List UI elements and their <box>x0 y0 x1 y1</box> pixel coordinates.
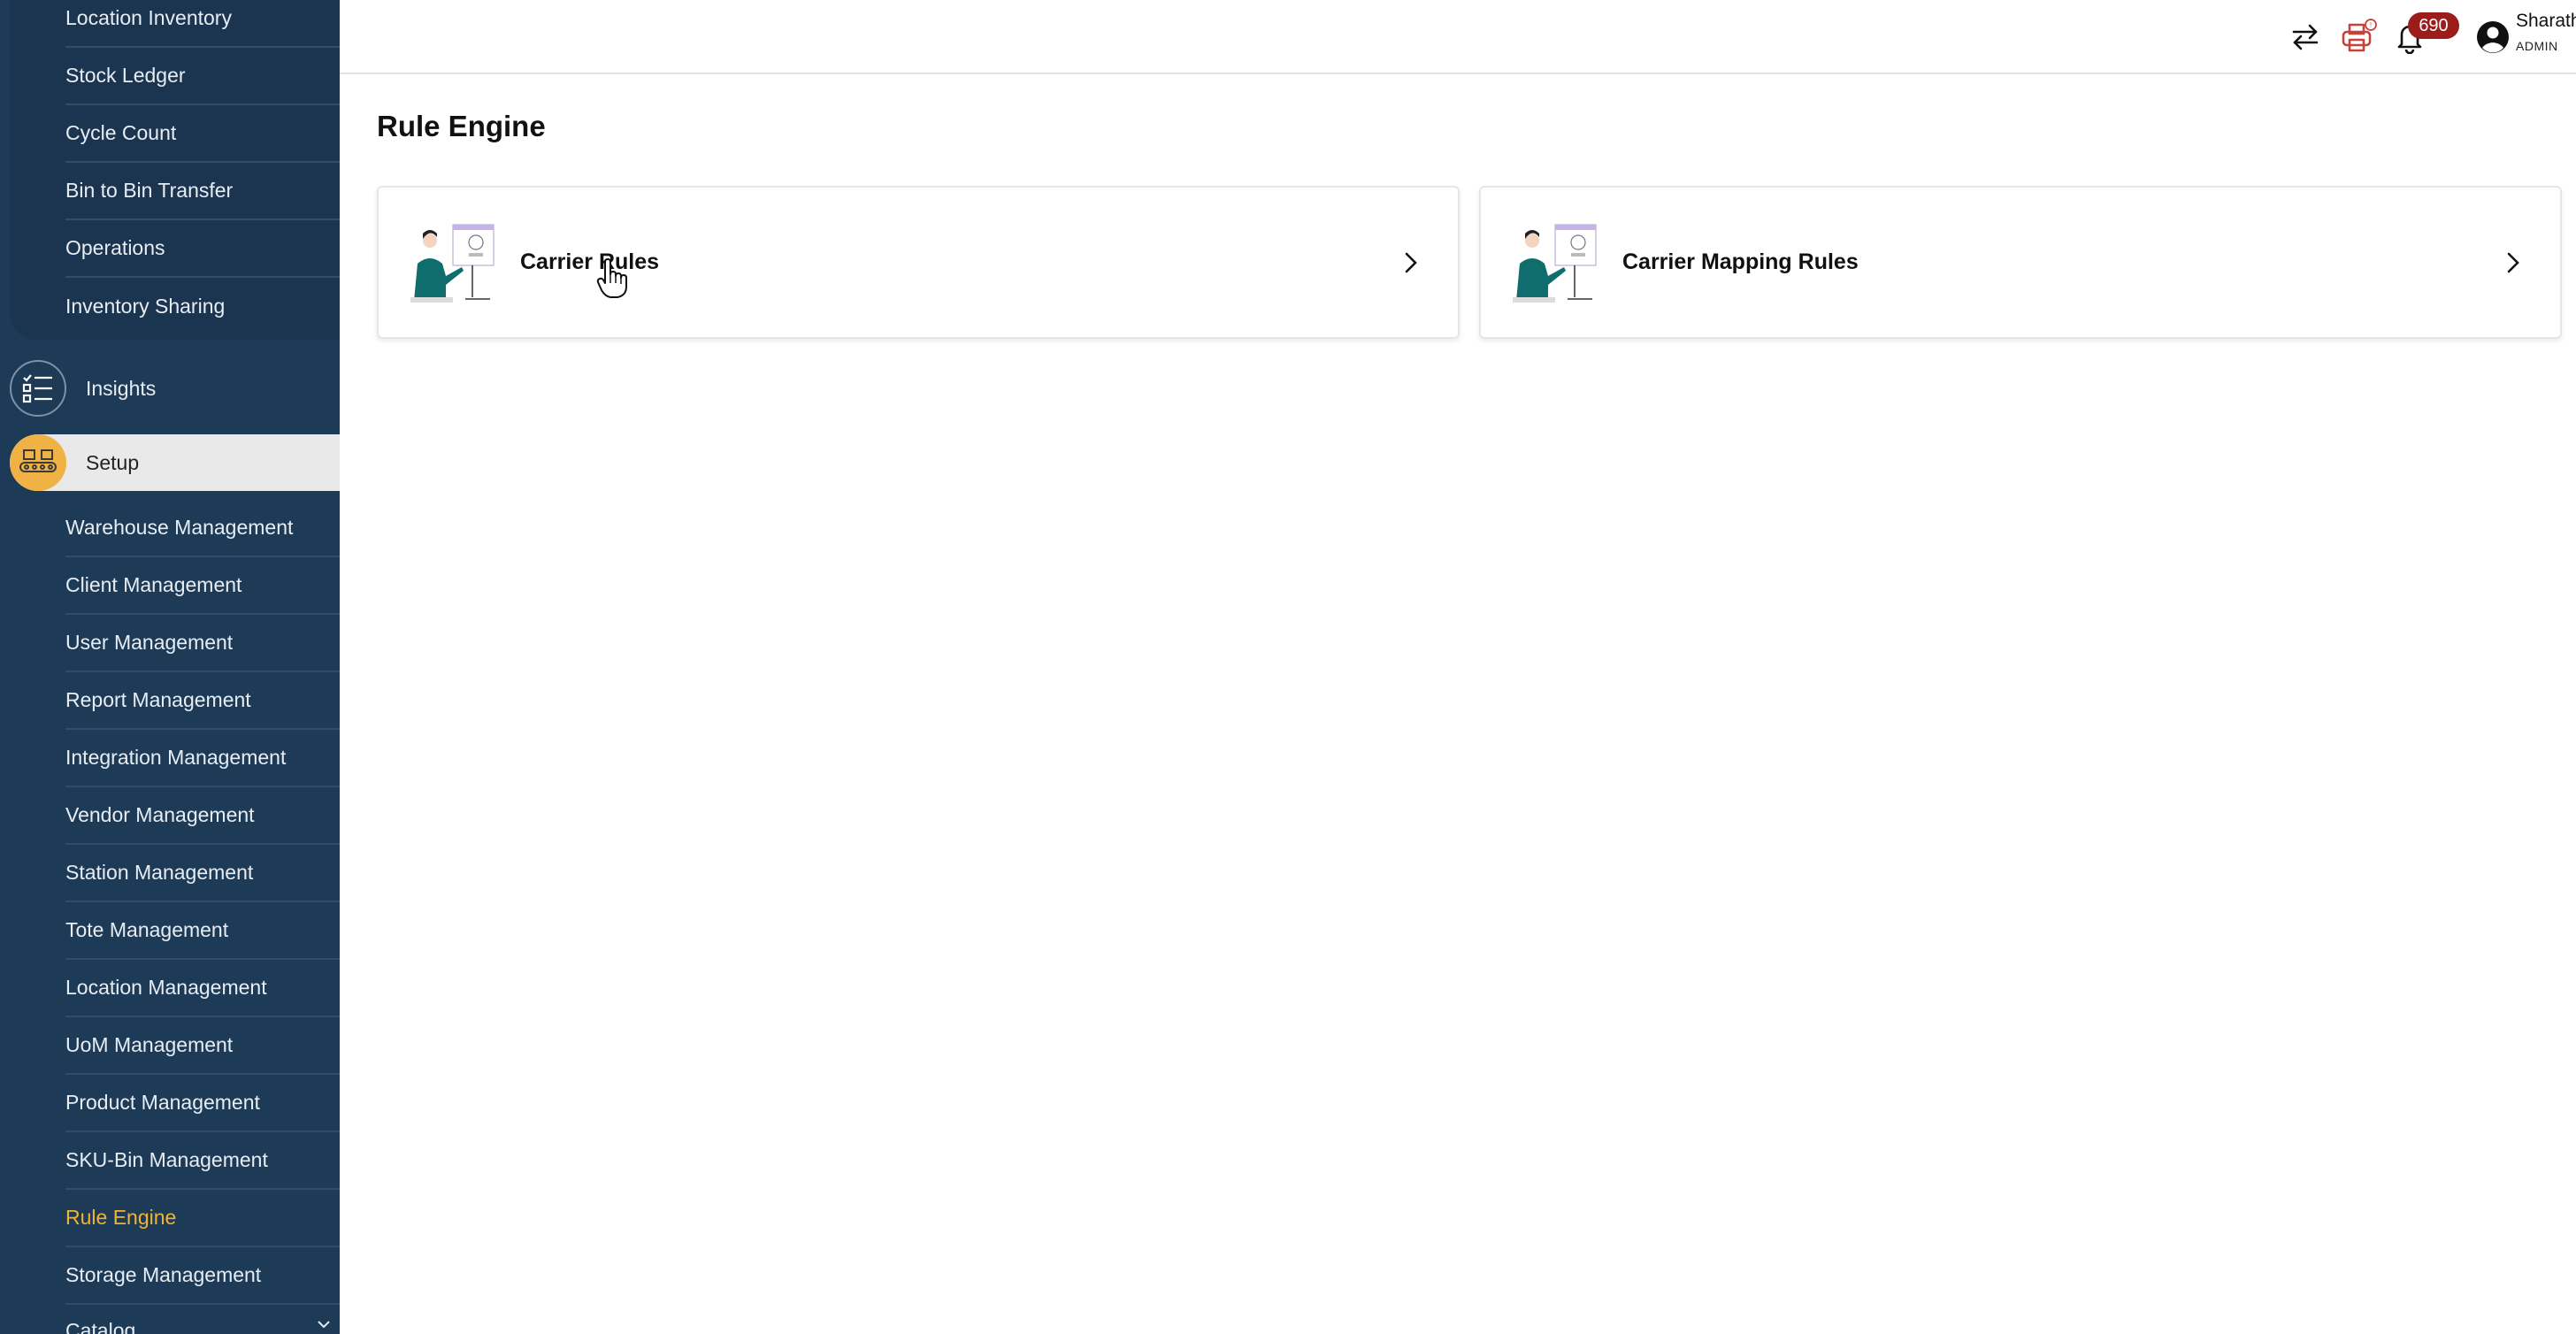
carrier-rules-card[interactable]: Carrier Rules <box>377 186 1460 339</box>
sidebar-item-setup[interactable]: Setup <box>10 434 340 491</box>
sidebar-item-location-management[interactable]: Location Management <box>65 960 340 1017</box>
sidebar-item-operations[interactable]: Operations <box>65 220 340 278</box>
sidebar-item-warehouse-management[interactable]: Warehouse Management <box>65 500 340 557</box>
user-name[interactable]: Sharath <box>2516 11 2576 32</box>
conveyor-icon <box>10 434 66 491</box>
printer-alert-icon[interactable]: ! <box>2337 16 2380 58</box>
chevron-right-icon[interactable] <box>1398 249 1424 276</box>
sidebar-item-tote-management[interactable]: Tote Management <box>65 902 340 960</box>
sidebar-item-bin-to-bin-transfer[interactable]: Bin to Bin Transfer <box>65 163 340 220</box>
svg-text:!: ! <box>2370 21 2372 29</box>
sidebar-item-cycle-count[interactable]: Cycle Count <box>65 105 340 163</box>
carrier-mapping-rules-card[interactable]: Carrier Mapping Rules <box>1479 186 2562 339</box>
top-header <box>340 0 2576 74</box>
chevron-down-icon[interactable] <box>317 1318 331 1332</box>
sidebar-item-inventory-sharing[interactable]: Inventory Sharing <box>65 278 340 335</box>
card-label: Carrier Rules <box>520 249 660 274</box>
sidebar-item-sku-bin-management[interactable]: SKU-Bin Management <box>65 1132 340 1190</box>
sidebar-item-label: Setup <box>86 450 140 474</box>
notification-badge: 690 <box>2408 12 2459 39</box>
user-role: ADMIN <box>2516 39 2558 53</box>
sidebar-item-rule-engine[interactable]: Rule Engine <box>65 1190 340 1247</box>
chevron-right-icon[interactable] <box>2500 249 2526 276</box>
sidebar-item-station-management[interactable]: Station Management <box>65 845 340 902</box>
sidebar-item-client-management[interactable]: Client Management <box>65 557 340 615</box>
sidebar-item-location-inventory[interactable]: Location Inventory <box>65 0 340 48</box>
swap-arrows-icon[interactable] <box>2284 16 2327 58</box>
person-at-screen-illustration <box>1513 224 1597 303</box>
user-avatar-icon[interactable] <box>2472 16 2514 58</box>
sidebar-item-catalog[interactable]: Catalog <box>65 1305 340 1334</box>
sidebar-item-stock-ledger[interactable]: Stock Ledger <box>65 48 340 105</box>
sidebar-item-report-management[interactable]: Report Management <box>65 672 340 730</box>
sidebar-item-integration-management[interactable]: Integration Management <box>65 730 340 787</box>
sidebar-item-insights[interactable]: Insights <box>10 360 340 417</box>
checklist-icon <box>10 360 66 417</box>
sidebar-item-storage-management[interactable]: Storage Management <box>65 1247 340 1305</box>
sidebar-item-product-management[interactable]: Product Management <box>65 1075 340 1132</box>
page-title: Rule Engine <box>377 110 546 142</box>
sidebar-item-uom-management[interactable]: UoM Management <box>65 1017 340 1075</box>
sidebar-item-label: Insights <box>86 376 157 400</box>
sidebar-item-vendor-management[interactable]: Vendor Management <box>65 787 340 845</box>
sidebar-item-user-management[interactable]: User Management <box>65 615 340 672</box>
card-label: Carrier Mapping Rules <box>1622 249 1859 274</box>
sidebar: Location Inventory Stock Ledger Cycle Co… <box>0 0 340 1334</box>
person-at-screen-illustration <box>410 224 494 303</box>
